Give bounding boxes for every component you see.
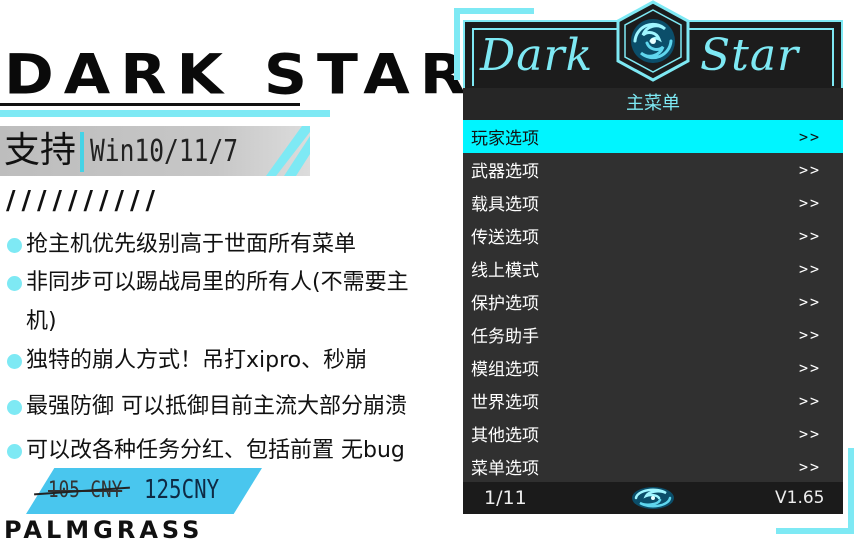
price-new: 125CNY [144,475,220,505]
bullet-dot-icon [7,400,22,415]
menu-item-label: 武器选项 [471,162,539,182]
menu-item-misc[interactable]: 其他选项 >> [463,417,843,450]
submenu-arrow-icon: >> [798,193,821,212]
menu-item-vehicle[interactable]: 载具选项 >> [463,186,843,219]
menu-item-online[interactable]: 线上模式 >> [463,252,843,285]
support-os-versions: Win10/11/7 [90,134,239,169]
page-indicator: 1/11 [484,487,527,509]
menu-item-label: 传送选项 [471,228,539,248]
menu-item-label: 保护选项 [471,294,539,314]
menu-item-model[interactable]: 模组选项 >> [463,351,843,384]
brand-underline [0,110,330,117]
swirl-logo-icon [616,0,690,82]
menu-item-mission-helper[interactable]: 任务助手 >> [463,318,843,351]
submenu-arrow-icon: >> [798,391,821,410]
submenu-arrow-icon: >> [798,325,821,344]
support-separator [80,132,84,172]
bullet-dot-icon [7,276,22,291]
logo-word-left: Dark [480,30,594,81]
logo-word-right: Star [700,30,800,81]
footer-brand: PALMGRASS [4,516,204,544]
bullet-dot-icon [7,238,22,253]
feature-text-continuation: 机) [26,309,57,334]
support-label: 支持 [4,130,77,171]
feature-text: 最强防御 可以抵御目前主流大部分崩溃 [26,394,407,419]
submenu-arrow-icon: >> [798,226,821,245]
menu-item-label: 任务助手 [471,327,539,347]
menu-title: 主菜单 [626,93,680,114]
menu-item-protection[interactable]: 保护选项 >> [463,285,843,318]
menu-item-label: 世界选项 [471,393,539,413]
submenu-arrow-icon: >> [798,127,821,146]
feature-item: 最强防御 可以抵御目前主流大部分崩溃 [6,388,456,426]
feature-item: 独特的崩人方式！吊打xipro、秒崩 [6,342,456,380]
bullet-dot-icon [7,444,22,459]
submenu-arrow-icon: >> [798,457,821,476]
feature-text: 独特的崩人方式！吊打xipro、秒崩 [26,348,368,373]
menu-item-label: 玩家选项 [471,129,539,149]
submenu-arrow-icon: >> [798,424,821,443]
brand-title: DARK STAR [4,42,476,108]
menu-item-world[interactable]: 世界选项 >> [463,384,843,417]
submenu-arrow-icon: >> [798,160,821,179]
menu-item-label: 线上模式 [471,261,539,281]
feature-item: 可以改各种任务分红、包括前置 无bug [6,432,456,470]
menu-item-player[interactable]: 玩家选项 >> [463,120,843,153]
swirl-footer-icon [632,487,674,509]
frame-corner-bottom-right-horizontal [776,528,854,534]
submenu-arrow-icon: >> [798,259,821,278]
feature-list: 抢主机优先级别高于世面所有菜单 非同步可以踢战局里的所有人(不需要主 机) 独特… [6,226,456,470]
menu-item-label: 其他选项 [471,426,539,446]
menu-item-label: 载具选项 [471,195,539,215]
frame-corner-top-left-vertical [454,8,460,80]
feature-item: 抢主机优先级别高于世面所有菜单 [6,226,456,264]
bullet-dot-icon [7,354,22,369]
menu-item-teleport[interactable]: 传送选项 >> [463,219,843,252]
menu-item-settings[interactable]: 菜单选项 >> [463,450,843,483]
feature-text: 抢主机优先级别高于世面所有菜单 [26,232,357,257]
slash-decoration: ////////// [6,186,161,216]
menu-list: 玩家选项 >> 武器选项 >> 载具选项 >> 传送选项 >> 线上模式 >> … [463,120,843,483]
menu-item-label: 模组选项 [471,360,539,380]
feature-item: 非同步可以踢战局里的所有人(不需要主 [6,264,456,302]
stripe-decoration [266,126,310,176]
feature-text: 非同步可以踢战局里的所有人(不需要主 [26,270,409,295]
feature-text: 可以改各种任务分红、包括前置 无bug [26,438,405,463]
frame-corner-bottom-right [848,448,854,534]
version-label: V1.65 [775,488,825,508]
frame-corner-top-left [454,8,534,14]
submenu-arrow-icon: >> [798,358,821,377]
menu-item-weapon[interactable]: 武器选项 >> [463,153,843,186]
submenu-arrow-icon: >> [798,292,821,311]
menu-item-label: 菜单选项 [471,459,539,479]
